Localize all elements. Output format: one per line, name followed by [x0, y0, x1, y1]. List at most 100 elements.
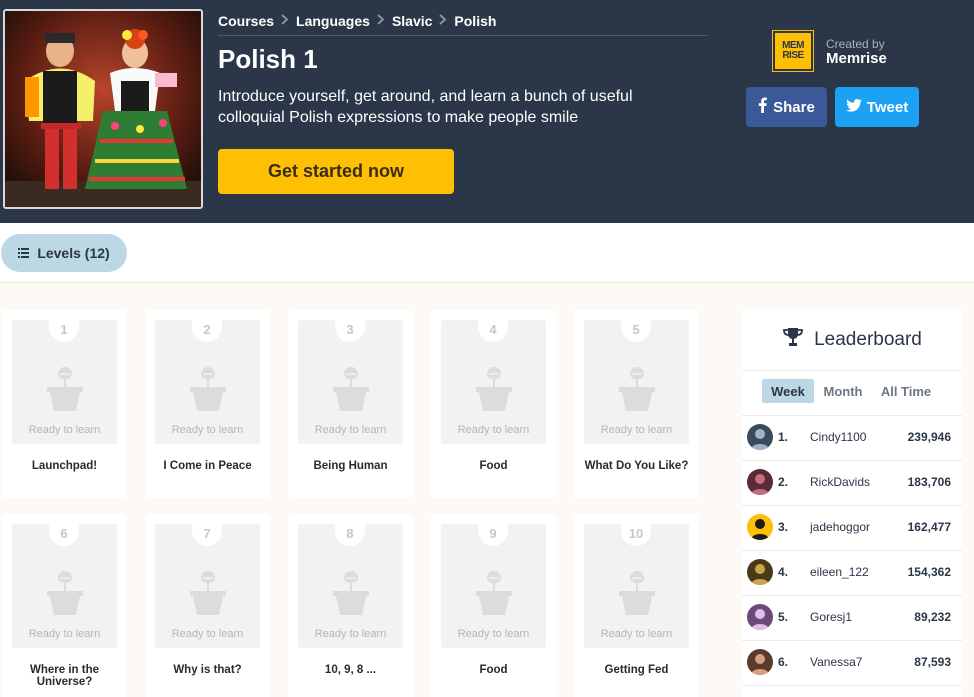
level-card[interactable]: 9 Ready to learn Food: [431, 514, 556, 697]
level-card[interactable]: 8 Ready to learn 10, 9, 8 ...: [288, 514, 413, 697]
level-thumbnail: 4 Ready to learn: [441, 316, 546, 444]
level-title: Launchpad!: [31, 460, 98, 472]
leaderboard-rank: 5.: [778, 610, 789, 624]
level-card[interactable]: 3 Ready to learn Being Human: [288, 310, 413, 498]
level-number: 7: [192, 520, 222, 546]
tab-week[interactable]: Week: [762, 379, 814, 403]
level-title: Getting Fed: [604, 664, 669, 676]
course-description: Introduce yourself, get around, and lear…: [218, 88, 633, 126]
level-status: Ready to learn: [457, 628, 530, 640]
share-label: Share: [773, 98, 815, 116]
breadcrumb-slavic[interactable]: Slavic: [392, 13, 432, 29]
level-thumbnail: 9 Ready to learn: [441, 520, 546, 648]
leaderboard-row[interactable]: 2. RickDavids 183,706: [742, 461, 962, 506]
avatar[interactable]: [747, 424, 773, 450]
leaderboard-username[interactable]: RickDavids: [810, 475, 872, 489]
leaderboard-username[interactable]: Vanessa7: [810, 655, 872, 669]
creator-name[interactable]: Memrise: [826, 50, 887, 67]
tab-levels-label: Levels (12): [37, 245, 110, 261]
level-status: Ready to learn: [171, 424, 244, 436]
level-card[interactable]: 7 Ready to learn Why is that?: [145, 514, 270, 697]
level-title: 10, 9, 8 ...: [324, 664, 377, 676]
level-thumbnail: 6 Ready to learn: [12, 520, 117, 648]
leaderboard-header: Leaderboard: [742, 309, 962, 371]
leaderboard-row[interactable]: 6. Vanessa7 87,593: [742, 641, 962, 686]
leaderboard-username[interactable]: Cindy1100: [810, 430, 872, 444]
leaderboard-username[interactable]: jadehoggor: [810, 520, 872, 534]
leaderboard-rank: 6.: [778, 655, 789, 669]
leaderboard-row[interactable]: 1. Cindy1100 239,946: [742, 416, 962, 461]
get-started-button[interactable]: Get started now: [218, 149, 454, 194]
folk-dancers-image: [5, 11, 201, 207]
level-number: 8: [335, 520, 365, 546]
level-title: Food: [479, 460, 508, 472]
trophy-icon: [782, 327, 804, 353]
flower-pot-icon: [332, 569, 370, 619]
level-thumbnail: 1 Ready to learn: [12, 316, 117, 444]
level-number: 3: [335, 316, 365, 342]
breadcrumb-courses[interactable]: Courses: [218, 13, 274, 29]
level-number: 10: [621, 520, 651, 546]
tab-all-time[interactable]: All Time: [878, 379, 934, 403]
leaderboard-row[interactable]: 5. Goresj1 89,232: [742, 596, 962, 641]
leaderboard-rank: 1.: [778, 430, 789, 444]
created-by-label: Created by: [826, 37, 885, 51]
memrise-logo[interactable]: MEM RISE: [772, 30, 814, 72]
leaderboard-score: 239,946: [907, 430, 951, 444]
breadcrumb-languages[interactable]: Languages: [296, 13, 370, 29]
leaderboard-score: 87,593: [914, 655, 951, 669]
course-tabs: Levels (12): [0, 223, 974, 283]
level-card[interactable]: 4 Ready to learn Food: [431, 310, 556, 498]
breadcrumb-polish[interactable]: Polish: [454, 13, 496, 29]
level-thumbnail: 5 Ready to learn: [584, 316, 689, 444]
flower-pot-icon: [332, 365, 370, 415]
flower-pot-icon: [189, 569, 227, 619]
leaderboard-row[interactable]: 4. eileen_122 154,362: [742, 551, 962, 596]
avatar[interactable]: [747, 559, 773, 585]
level-card[interactable]: 1 Ready to learn Launchpad!: [2, 310, 127, 498]
level-card[interactable]: 10 Ready to learn Getting Fed: [574, 514, 699, 697]
avatar[interactable]: [747, 469, 773, 495]
share-button[interactable]: Share: [746, 87, 827, 127]
logo-text-bottom: RISE: [782, 50, 804, 61]
tweet-label: Tweet: [866, 98, 909, 116]
level-number: 5: [621, 316, 651, 342]
level-status: Ready to learn: [28, 628, 101, 640]
level-title: Where in the Universe?: [29, 664, 99, 688]
flower-pot-icon: [618, 365, 656, 415]
avatar[interactable]: [747, 514, 773, 540]
flower-pot-icon: [475, 569, 513, 619]
tab-month[interactable]: Month: [818, 379, 868, 403]
leaderboard-tabs: Week Month All Time: [742, 371, 962, 416]
chevron-right-icon: [377, 13, 385, 28]
avatar[interactable]: [747, 649, 773, 675]
level-title: Being Human: [313, 460, 388, 472]
course-image: [3, 9, 203, 209]
level-card[interactable]: 6 Ready to learn Where in the Universe?: [2, 514, 127, 697]
level-title: What Do You Like?: [584, 460, 689, 472]
level-thumbnail: 7 Ready to learn: [155, 520, 260, 648]
level-status: Ready to learn: [600, 628, 673, 640]
level-card[interactable]: 5 Ready to learn What Do You Like?: [574, 310, 699, 498]
level-number: 9: [478, 520, 508, 546]
level-thumbnail: 3 Ready to learn: [298, 316, 403, 444]
leaderboard-score: 162,477: [907, 520, 951, 534]
avatar[interactable]: [747, 604, 773, 630]
flower-pot-icon: [46, 365, 84, 415]
leaderboard-row[interactable]: 3. jadehoggor 162,477: [742, 506, 962, 551]
leaderboard-username[interactable]: Goresj1: [810, 610, 872, 624]
tweet-button[interactable]: Tweet: [835, 87, 919, 127]
tab-levels[interactable]: Levels (12): [1, 234, 127, 272]
level-thumbnail: 8 Ready to learn: [298, 520, 403, 648]
chevron-right-icon: [439, 13, 447, 28]
level-title: Why is that?: [173, 664, 242, 676]
twitter-icon: [845, 98, 862, 116]
leaderboard-rank: 4.: [778, 565, 789, 579]
leaderboard-username[interactable]: eileen_122: [810, 565, 872, 579]
level-status: Ready to learn: [28, 424, 101, 436]
facebook-icon: [758, 97, 767, 117]
leaderboard-score: 183,706: [907, 475, 951, 489]
chevron-right-icon: [281, 13, 289, 28]
leaderboard-rank: 3.: [778, 520, 789, 534]
level-card[interactable]: 2 Ready to learn I Come in Peace: [145, 310, 270, 498]
